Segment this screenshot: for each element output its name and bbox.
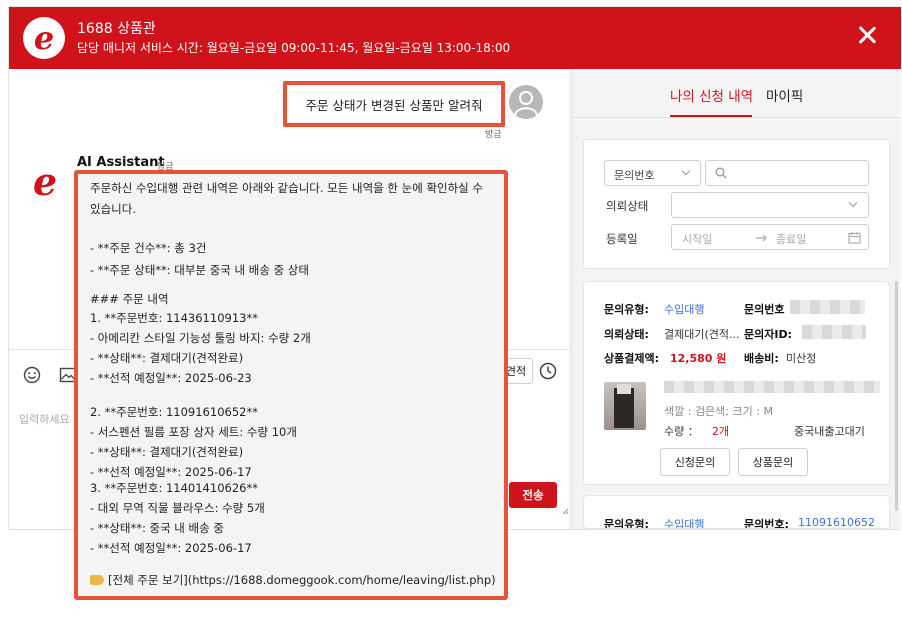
product-thumbnail[interactable] (604, 382, 646, 430)
header-title: 1688 상품관 (77, 21, 156, 37)
request-history-pane: 나의 신청 내역 마이픽 문의번호 의뢰상태 등록일 시작일 종료일 문의유형:… (572, 69, 901, 529)
order-line: - **선적 예정일**: 2025-06-23 (90, 371, 252, 385)
reply-summary-line: - **주문 건수**: 총 3건 (90, 241, 207, 255)
calendar-icon (848, 232, 861, 244)
status-key: 의뢰상태: (604, 328, 649, 341)
user-avatar-icon (509, 85, 543, 119)
order-line: - **선적 예정일**: 2025-06-17 (90, 541, 252, 555)
filter-panel: 문의번호 의뢰상태 등록일 시작일 종료일 (583, 139, 890, 269)
reply-intro: 주문하신 수입대행 관련 내역은 아래와 같습니다. 모든 내역을 한 눈에 확… (90, 181, 484, 216)
send-button[interactable]: 전송 (509, 482, 557, 508)
payment-key: 상품결제액: (604, 352, 659, 365)
scrollbar[interactable] (895, 281, 898, 511)
order-line: - 대외 무역 직물 블라우스: 수량 5개 (90, 501, 265, 515)
tab-my-requests[interactable]: 나의 신청 내역 (670, 85, 753, 105)
inquiry-number-key: 문의번호: (744, 518, 789, 529)
reply-summary-line: - **주문 상태**: 대부분 중국 내 배송 중 상태 (90, 263, 309, 277)
inquiry-number-value[interactable]: 11091610652 (798, 516, 875, 528)
tabs-divider (572, 117, 901, 118)
arrow-right-icon (756, 234, 767, 242)
header-bar: e 1688 상품관 담당 매니저 서비스 시간: 월요일-금요일 09:00-… (9, 7, 901, 69)
quantity-key: 수량 ： (664, 425, 699, 438)
delivery-status: 중국내출고대기 (794, 425, 865, 438)
order-line: - **상태**: 결제대기(견적완료) (90, 445, 244, 459)
inquiry-number-redacted (790, 300, 865, 314)
brand-logo-icon: e (23, 17, 65, 59)
product-name-redacted (664, 381, 880, 393)
clock-icon[interactable] (539, 362, 557, 380)
user-message-text: 주문 상태가 변경된 상품만 알려줘 (305, 97, 483, 113)
requester-key: 문의자ID: (744, 328, 792, 341)
order-line: - 아메리칸 스타일 기능성 툴링 바지: 수량 2개 (90, 331, 311, 345)
inquiry-type-value: 문의번호 (614, 169, 655, 182)
emoji-icon[interactable] (23, 366, 41, 384)
tab-mypick[interactable]: 마이픽 (766, 85, 803, 105)
search-icon (715, 167, 727, 179)
order-line: - **상태**: 중국 내 배송 중 (90, 521, 224, 535)
message-input[interactable]: 입력하세요 (19, 411, 70, 427)
order-line: - 서스펜션 필름 포장 상자 세트: 수량 10개 (90, 425, 297, 439)
date-filter-label: 등록일 (606, 232, 638, 246)
payment-value: 12,580 원 (670, 352, 727, 365)
assistant-logo-icon: e (33, 159, 58, 204)
assistant-message-bubble: 주문하신 수입대행 관련 내역은 아래와 같습니다. 모든 내역을 한 눈에 확… (74, 170, 508, 600)
view-all-orders-text[interactable]: [전체 주문 보기](https://1688.domeggook.com/ho… (108, 573, 496, 587)
search-input[interactable] (705, 160, 869, 186)
user-message-time: 방금 (485, 130, 502, 140)
shipping-key: 배송비: (744, 352, 779, 365)
service-hours: 담당 매니저 서비스 시간: 월요일-금요일 09:00-11:45, 월요일-… (77, 41, 511, 55)
status-filter-label: 의뢰상태 (606, 199, 649, 213)
pointing-hand-icon (90, 575, 104, 585)
order-line: 3. **주문번호: 11401410626** (90, 481, 258, 495)
request-inquiry-button[interactable]: 신청문의 (660, 448, 730, 476)
order-line: 2. **주문번호: 11091610652** (90, 405, 258, 419)
request-card[interactable]: 문의유형: 수입대행 문의번호 의뢰상태: 결제대기(견적... 문의자ID: … (583, 281, 890, 485)
order-line: - **상태**: 결제대기(견적완료) (90, 351, 244, 365)
inquiry-type-key: 문의유형: (604, 518, 649, 529)
status-value: 결제대기(견적... (664, 328, 740, 341)
inquiry-type-value[interactable]: 수입대행 (664, 516, 704, 528)
order-line: - **선적 예정일**: 2025-06-17 (90, 465, 252, 479)
user-message-bubble: 주문 상태가 변경된 상품만 알려줘 (283, 81, 505, 127)
requester-redacted (802, 325, 866, 339)
date-range-picker[interactable]: 시작일 종료일 (671, 224, 869, 250)
reply-section-heading: ### 주문 내역 (90, 292, 169, 306)
end-date-placeholder: 종료일 (776, 233, 807, 246)
close-icon[interactable] (855, 23, 879, 47)
inquiry-type-value[interactable]: 수입대행 (664, 301, 704, 317)
start-date-placeholder: 시작일 (682, 233, 713, 246)
product-inquiry-button[interactable]: 상품문의 (738, 448, 808, 476)
status-select[interactable] (671, 192, 869, 218)
view-all-orders-link[interactable]: [전체 주문 보기](https://1688.domeggook.com/ho… (90, 572, 496, 588)
request-card[interactable]: 문의유형: 수입대행 문의번호: 11091610652 (583, 495, 890, 529)
product-option: 색깔 : 검은색; 크기 : M (664, 405, 773, 418)
chevron-down-icon (681, 166, 691, 176)
order-line: 1. **주문번호: 11436110913** (90, 311, 258, 325)
inquiry-number-key: 문의번호 (744, 303, 785, 316)
resize-grip-icon[interactable] (562, 508, 569, 515)
inquiry-type-select[interactable]: 문의번호 (604, 160, 701, 186)
quantity-value: 2개 (712, 425, 730, 438)
inquiry-type-key: 문의유형: (604, 303, 649, 316)
assistant-name: AI Assistant (77, 155, 165, 170)
chevron-down-icon (848, 198, 858, 208)
shipping-value: 미산정 (786, 352, 817, 365)
